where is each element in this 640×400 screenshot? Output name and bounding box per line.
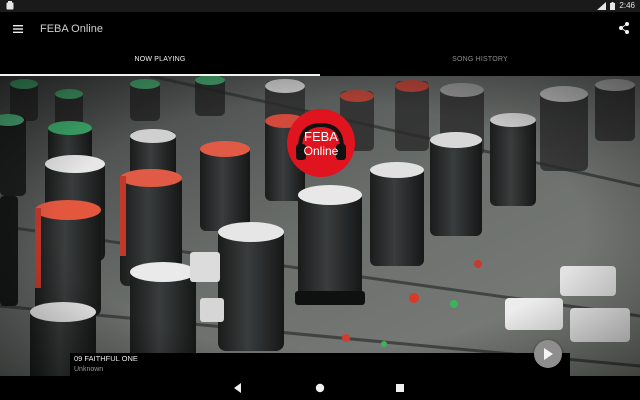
share-icon[interactable] (616, 20, 632, 36)
back-icon[interactable] (232, 382, 244, 394)
track-title: 09 FAITHFUL ONE (74, 354, 138, 363)
app-title: FEBA Online (40, 23, 103, 35)
now-playing-bar[interactable]: 09 FAITHFUL ONE Unknown (70, 353, 570, 376)
track-artist: Unknown (74, 366, 104, 373)
home-icon[interactable] (314, 382, 326, 394)
feba-logo: FEBA Online (287, 109, 355, 177)
tab-bar: NOW PLAYING SONG HISTORY (0, 46, 640, 76)
app-bar: FEBA Online (0, 12, 640, 46)
play-icon (544, 348, 553, 360)
navigation-bar (0, 376, 640, 400)
logo-text-line2: Online (304, 144, 339, 158)
app-screen: 2:46 FEBA Online NOW PLAYING SONG HISTOR… (0, 0, 640, 400)
logo-text-line1: FEBA (304, 129, 338, 144)
status-time: 2:46 (619, 1, 635, 10)
battery-icon (610, 2, 616, 10)
tab-song-history[interactable]: SONG HISTORY (320, 46, 640, 76)
play-button[interactable] (534, 340, 562, 368)
status-bar: 2:46 (0, 0, 640, 12)
notification-icon (6, 1, 14, 10)
menu-icon[interactable] (10, 21, 26, 37)
recent-apps-icon[interactable] (394, 382, 406, 394)
tab-now-playing[interactable]: NOW PLAYING (0, 46, 320, 76)
signal-icon (597, 2, 607, 10)
